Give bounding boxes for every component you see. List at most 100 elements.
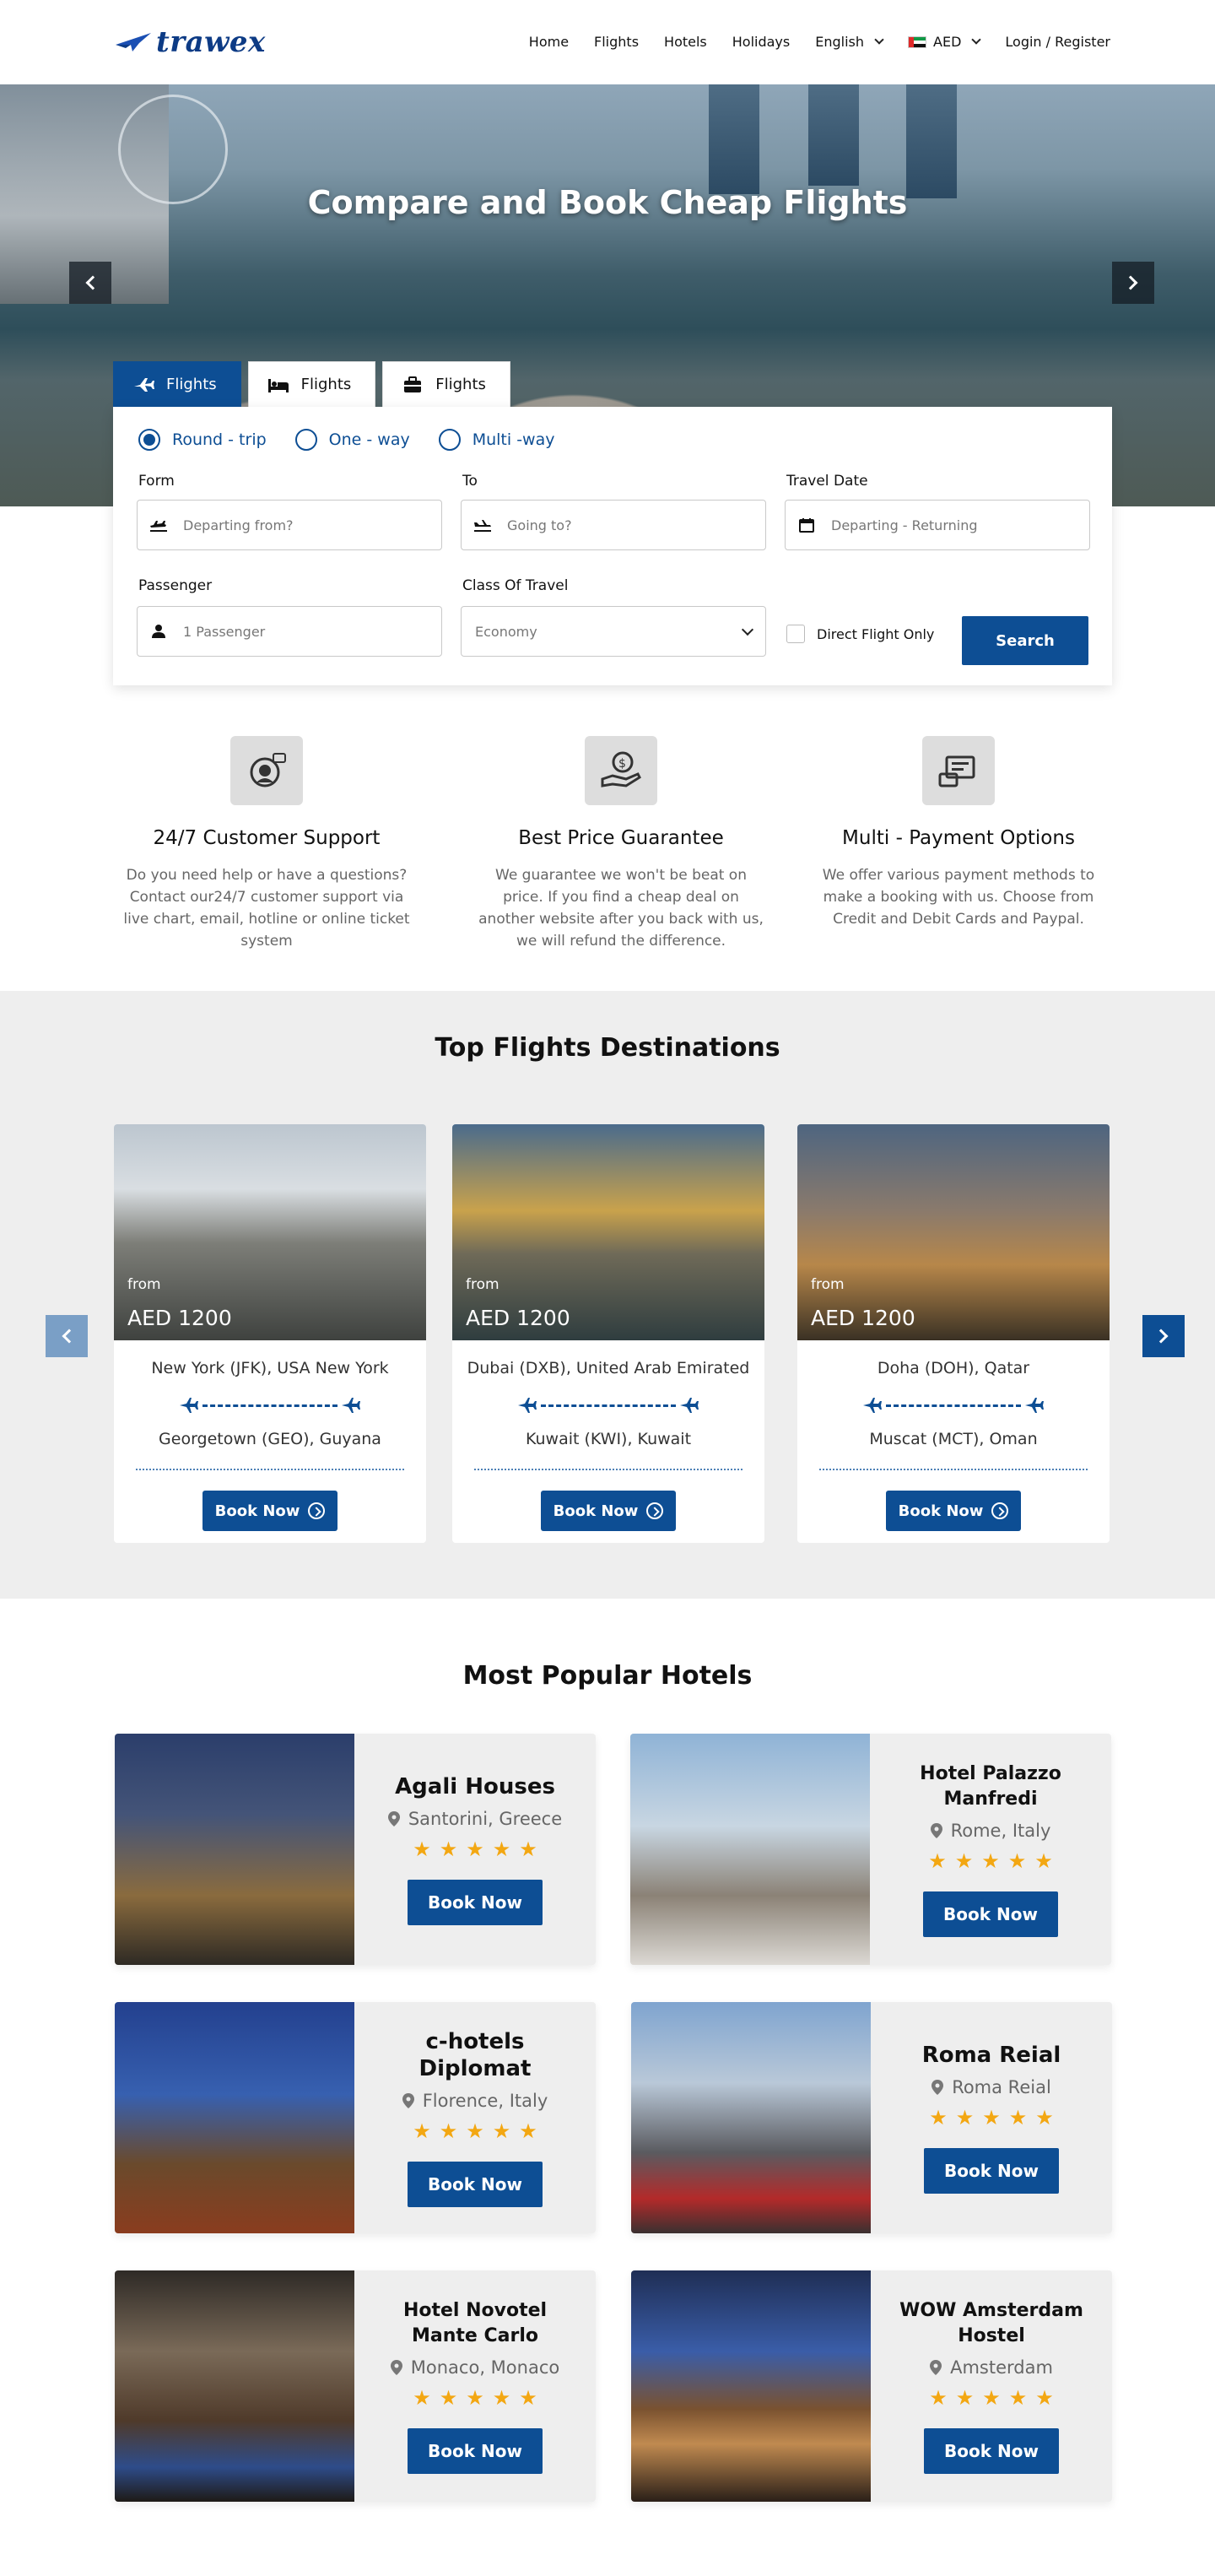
book-now-label: Book Now: [898, 1502, 984, 1520]
trip-label: One - way: [328, 430, 410, 449]
star-icon: ★: [439, 2386, 458, 2410]
book-now-button[interactable]: Book Now: [886, 1491, 1021, 1531]
from-field[interactable]: Departing from?: [137, 500, 442, 550]
tab-label: Flights: [166, 376, 217, 393]
hero-next-button[interactable]: [1112, 262, 1154, 304]
logo-text: trawex: [156, 25, 266, 59]
trip-one-way[interactable]: One - way: [294, 429, 410, 451]
checkbox[interactable]: [786, 625, 805, 643]
star-icon: ★: [1008, 2106, 1028, 2130]
star-icon: ★: [1034, 1849, 1053, 1873]
passenger-field[interactable]: 1 Passenger: [137, 606, 442, 657]
site-header: trawex Home Flights Hotels Holidays Engl…: [0, 0, 1215, 84]
hero-image-tower: [906, 84, 957, 198]
star-icon: ★: [955, 2386, 975, 2410]
star-icon: ★: [439, 1837, 458, 1861]
route-line: [797, 1393, 1110, 1418]
hotel-location-label: Santorini, Greece: [408, 1809, 563, 1829]
nav-flights[interactable]: Flights: [594, 34, 639, 50]
hotel-image: [631, 2002, 871, 2233]
to-placeholder: Going to?: [507, 517, 572, 533]
logo-plane-icon: [116, 33, 151, 51]
book-now-button[interactable]: Book Now: [924, 2428, 1059, 2474]
trip-round[interactable]: Round - trip: [138, 429, 267, 451]
star-icon: ★: [519, 1837, 537, 1861]
destination-image: from AED 1200: [452, 1124, 764, 1340]
logo[interactable]: trawex: [114, 25, 266, 59]
nav-holidays[interactable]: Holidays: [732, 34, 790, 50]
hotel-image: [115, 2002, 354, 2233]
book-now-button[interactable]: Book Now: [541, 1491, 676, 1531]
user-icon: [152, 625, 165, 638]
main-nav: Home Flights Hotels Holidays English AED…: [504, 34, 1110, 50]
hotel-location-label: Amsterdam: [950, 2357, 1053, 2378]
radio-checked[interactable]: [138, 429, 160, 451]
direct-flight-label: Direct Flight Only: [817, 625, 935, 642]
trip-multi-way[interactable]: Multi -way: [438, 429, 554, 451]
arrow-circle-icon: [991, 1502, 1009, 1519]
feature-text: We guarantee we won't be beat on price. …: [478, 867, 764, 950]
chevron-left-icon: [62, 1329, 77, 1344]
currency-selector[interactable]: AED: [908, 34, 982, 50]
search-widget: Flights Flights Flights Round - trip One…: [113, 361, 1112, 685]
book-now-button[interactable]: Book Now: [408, 1880, 543, 1925]
star-icon: ★: [466, 2119, 484, 2143]
book-now-button[interactable]: Book Now: [202, 1491, 338, 1531]
login-register-link[interactable]: Login / Register: [1005, 34, 1110, 50]
nav-hotels[interactable]: Hotels: [664, 34, 707, 50]
hotel-location-label: Roma Reial: [952, 2077, 1051, 2097]
support-agent-icon: [230, 736, 303, 805]
calendar-icon: [799, 518, 814, 533]
tab-flights[interactable]: Flights: [113, 361, 241, 407]
hotel-card: Roma Reial Roma Reial ★ ★ ★ ★ ★ Book Now: [631, 2002, 1112, 2233]
destinations-prev-button[interactable]: [46, 1315, 88, 1357]
book-now-button[interactable]: Book Now: [408, 2428, 543, 2474]
star-icon: ★: [982, 2106, 1001, 2130]
radio-unchecked[interactable]: [438, 429, 461, 451]
book-now-button[interactable]: Book Now: [408, 2162, 543, 2207]
star-icon: ★: [928, 1849, 947, 1873]
divider: [819, 1469, 1088, 1470]
hero-prev-button[interactable]: [69, 262, 111, 304]
hotel-image: [115, 2270, 354, 2502]
origin-label: Dubai (DXB), United Arab Emirated: [467, 1359, 750, 1377]
map-pin-icon: [930, 2360, 942, 2375]
destination-card: from AED 1200 Dubai (DXB), United Arab E…: [452, 1124, 764, 1543]
date-field[interactable]: Departing - Returning: [785, 500, 1090, 550]
tab-holidays[interactable]: Flights: [382, 361, 510, 407]
hero-image-tower: [808, 84, 859, 186]
book-now-button[interactable]: Book Now: [923, 1891, 1058, 1937]
search-button[interactable]: Search: [962, 616, 1088, 665]
tab-hotels[interactable]: Flights: [247, 361, 376, 407]
book-now-button[interactable]: Book Now: [924, 2148, 1059, 2194]
map-pin-icon: [390, 2360, 402, 2375]
feature-title: Multi - Payment Options: [842, 827, 1075, 849]
class-value: Economy: [475, 623, 537, 640]
chevron-left-icon: [85, 275, 100, 290]
feature-payment: Multi - Payment Options We offer various…: [798, 736, 1119, 930]
from-placeholder: Departing from?: [183, 517, 294, 533]
destination-image: from AED 1200: [114, 1124, 426, 1340]
arrow-circle-icon: [308, 1502, 326, 1519]
nav-home[interactable]: Home: [529, 34, 569, 50]
payment-icon: [922, 736, 995, 805]
plane-icon: [180, 1398, 198, 1413]
map-pin-icon: [930, 1823, 942, 1838]
destination-label: Muscat (MCT), Oman: [869, 1430, 1038, 1448]
star-icon: ★: [439, 2119, 458, 2143]
class-select[interactable]: Economy: [461, 606, 766, 657]
price-label: AED 1200: [466, 1306, 570, 1330]
destinations-section: Top Flights Destinations from AED 1200 N…: [0, 991, 1215, 1599]
currency-label: AED: [933, 34, 962, 50]
plane-icon: [680, 1398, 699, 1413]
radio-unchecked[interactable]: [294, 429, 317, 451]
price-label: AED 1200: [127, 1306, 232, 1330]
hotel-name: Roma Reial: [921, 2043, 1061, 2068]
to-field[interactable]: Going to?: [461, 500, 766, 550]
star-icon: ★: [519, 2119, 537, 2143]
language-selector[interactable]: English: [815, 34, 884, 50]
star-icon: ★: [929, 2106, 948, 2130]
destinations-next-button[interactable]: [1142, 1315, 1185, 1357]
direct-flight-checkbox[interactable]: Direct Flight Only: [786, 625, 934, 643]
language-label: English: [815, 34, 865, 50]
